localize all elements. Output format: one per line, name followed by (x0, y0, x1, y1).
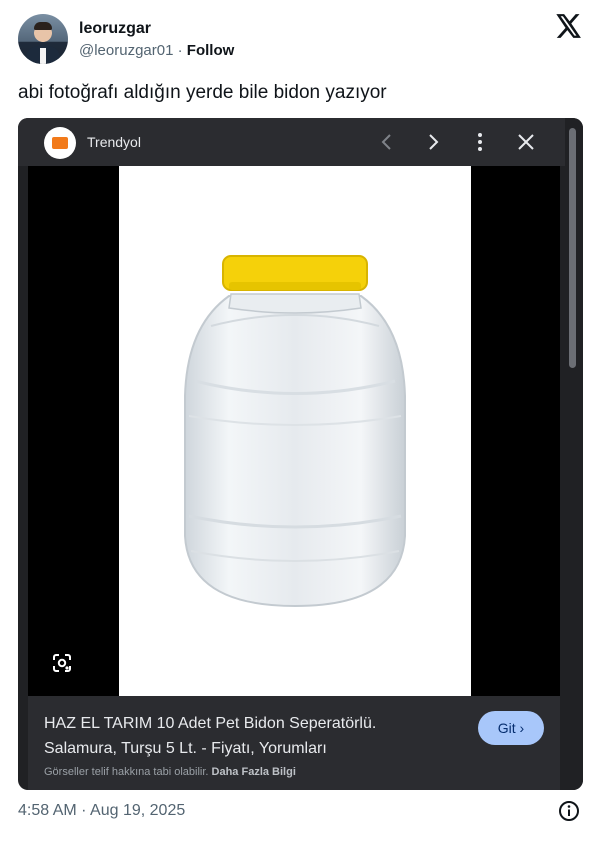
avatar-hair (34, 22, 52, 30)
author-handle[interactable]: @leoruzgar01 (79, 42, 173, 59)
chevron-left-icon[interactable] (375, 130, 399, 154)
go-button[interactable]: Git › (478, 711, 544, 745)
author-name[interactable]: leoruzgar (79, 20, 151, 38)
embedded-screenshot[interactable]: Trendyol HAZ EL TARIM 10 Adet Pet Bidon … (18, 118, 583, 790)
more-vert-icon[interactable] (468, 130, 492, 154)
separator-dot: · (177, 42, 183, 59)
site-name[interactable]: Trendyol (87, 134, 141, 150)
info-icon[interactable] (558, 800, 580, 822)
product-title[interactable]: HAZ EL TARIM 10 Adet Pet Bidon Seperatör… (44, 711, 444, 761)
avatar-shirt (40, 48, 46, 64)
avatar[interactable] (18, 14, 68, 64)
google-lens-icon[interactable] (52, 653, 72, 673)
tweet-timestamp[interactable]: 4:58 AM · Aug 19, 2025 (18, 802, 185, 820)
trendyol-icon (44, 127, 76, 159)
handle-row: @leoruzgar01 · Follow (79, 42, 234, 59)
close-icon[interactable] (514, 130, 538, 154)
tweet-text: abi fotoğrafı aldığın yerde bile bidon y… (18, 82, 387, 103)
follow-button[interactable]: Follow (187, 42, 235, 59)
go-button-label: Git (497, 720, 516, 736)
product-image[interactable] (119, 166, 471, 696)
chevron-right-small-icon: › (519, 720, 525, 736)
scrollbar-thumb[interactable] (569, 128, 576, 368)
learn-more-link[interactable]: Daha Fazla Bilgi (212, 766, 296, 778)
x-logo-icon[interactable] (556, 14, 582, 38)
chevron-right-icon[interactable] (421, 130, 445, 154)
product-title-line-2: Salamura, Turşu 5 Lt. - Fiyatı, Yorumlar… (44, 740, 327, 757)
product-title-line-1: HAZ EL TARIM 10 Adet Pet Bidon Seperatör… (44, 715, 377, 732)
copyright-notice: Görseller telif hakkına tabi olabilir. D… (44, 766, 296, 778)
copyright-text: Görseller telif hakkına tabi olabilir. (44, 766, 209, 778)
